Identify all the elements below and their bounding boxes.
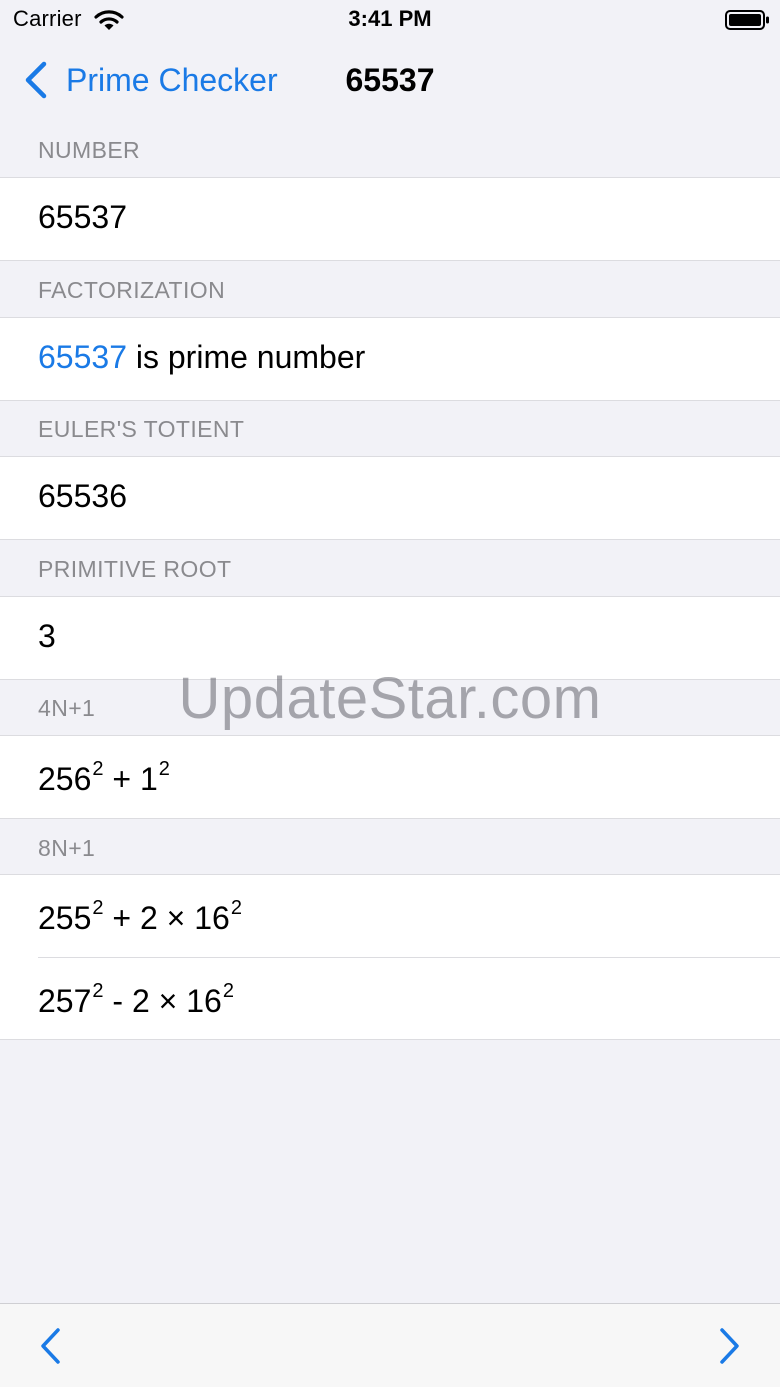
battery-icon bbox=[725, 9, 771, 36]
four-n-plus-one-expression: 2562 + 12 bbox=[38, 758, 170, 797]
section-header-primitive-root: PRIMITIVE ROOT bbox=[38, 556, 232, 582]
page-title: 65537 bbox=[345, 62, 435, 98]
chevron-left-icon bbox=[41, 1328, 60, 1364]
totient-value: 65536 bbox=[38, 478, 127, 514]
previous-button[interactable] bbox=[30, 1326, 70, 1366]
eight-n-plus-one-cell: 2552 + 2 × 162 2572 - 2 × 162 bbox=[0, 874, 780, 1040]
factorization-link[interactable]: 65537 bbox=[38, 339, 127, 375]
section-header-factorization: FACTORIZATION bbox=[38, 277, 226, 303]
eight-n-plus-one-expression-2: 2572 - 2 × 162 bbox=[38, 980, 234, 1019]
chevron-right-icon bbox=[720, 1328, 739, 1364]
number-cell: 65537 bbox=[0, 177, 780, 261]
section-header-number: NUMBER bbox=[38, 137, 141, 163]
four-n-plus-one-cell: 2562 + 12 bbox=[0, 735, 780, 819]
factorization-cell: 65537 is prime number bbox=[0, 317, 780, 401]
primitive-root-cell: 3 bbox=[0, 596, 780, 680]
next-button[interactable] bbox=[710, 1326, 750, 1366]
status-bar: Carrier 3:41 PM bbox=[0, 0, 780, 40]
number-value: 65537 bbox=[38, 199, 127, 235]
totient-cell: 65536 bbox=[0, 456, 780, 540]
section-header-4n-plus-1: 4N+1 bbox=[38, 695, 96, 721]
factorization-text: 65537 is prime number bbox=[38, 339, 365, 376]
bottom-toolbar bbox=[0, 1303, 780, 1387]
primitive-root-value: 3 bbox=[38, 618, 56, 654]
factorization-description: is prime number bbox=[126, 339, 366, 375]
section-header-8n-plus-1: 8N+1 bbox=[38, 835, 96, 861]
cell-divider bbox=[38, 957, 780, 958]
eight-n-plus-one-expression-1: 2552 + 2 × 162 bbox=[38, 897, 242, 936]
section-header-totient: EULER'S TOTIENT bbox=[38, 416, 245, 442]
clock: 3:41 PM bbox=[348, 6, 432, 31]
navigation-bar: Prime Checker 65537 bbox=[0, 40, 780, 120]
